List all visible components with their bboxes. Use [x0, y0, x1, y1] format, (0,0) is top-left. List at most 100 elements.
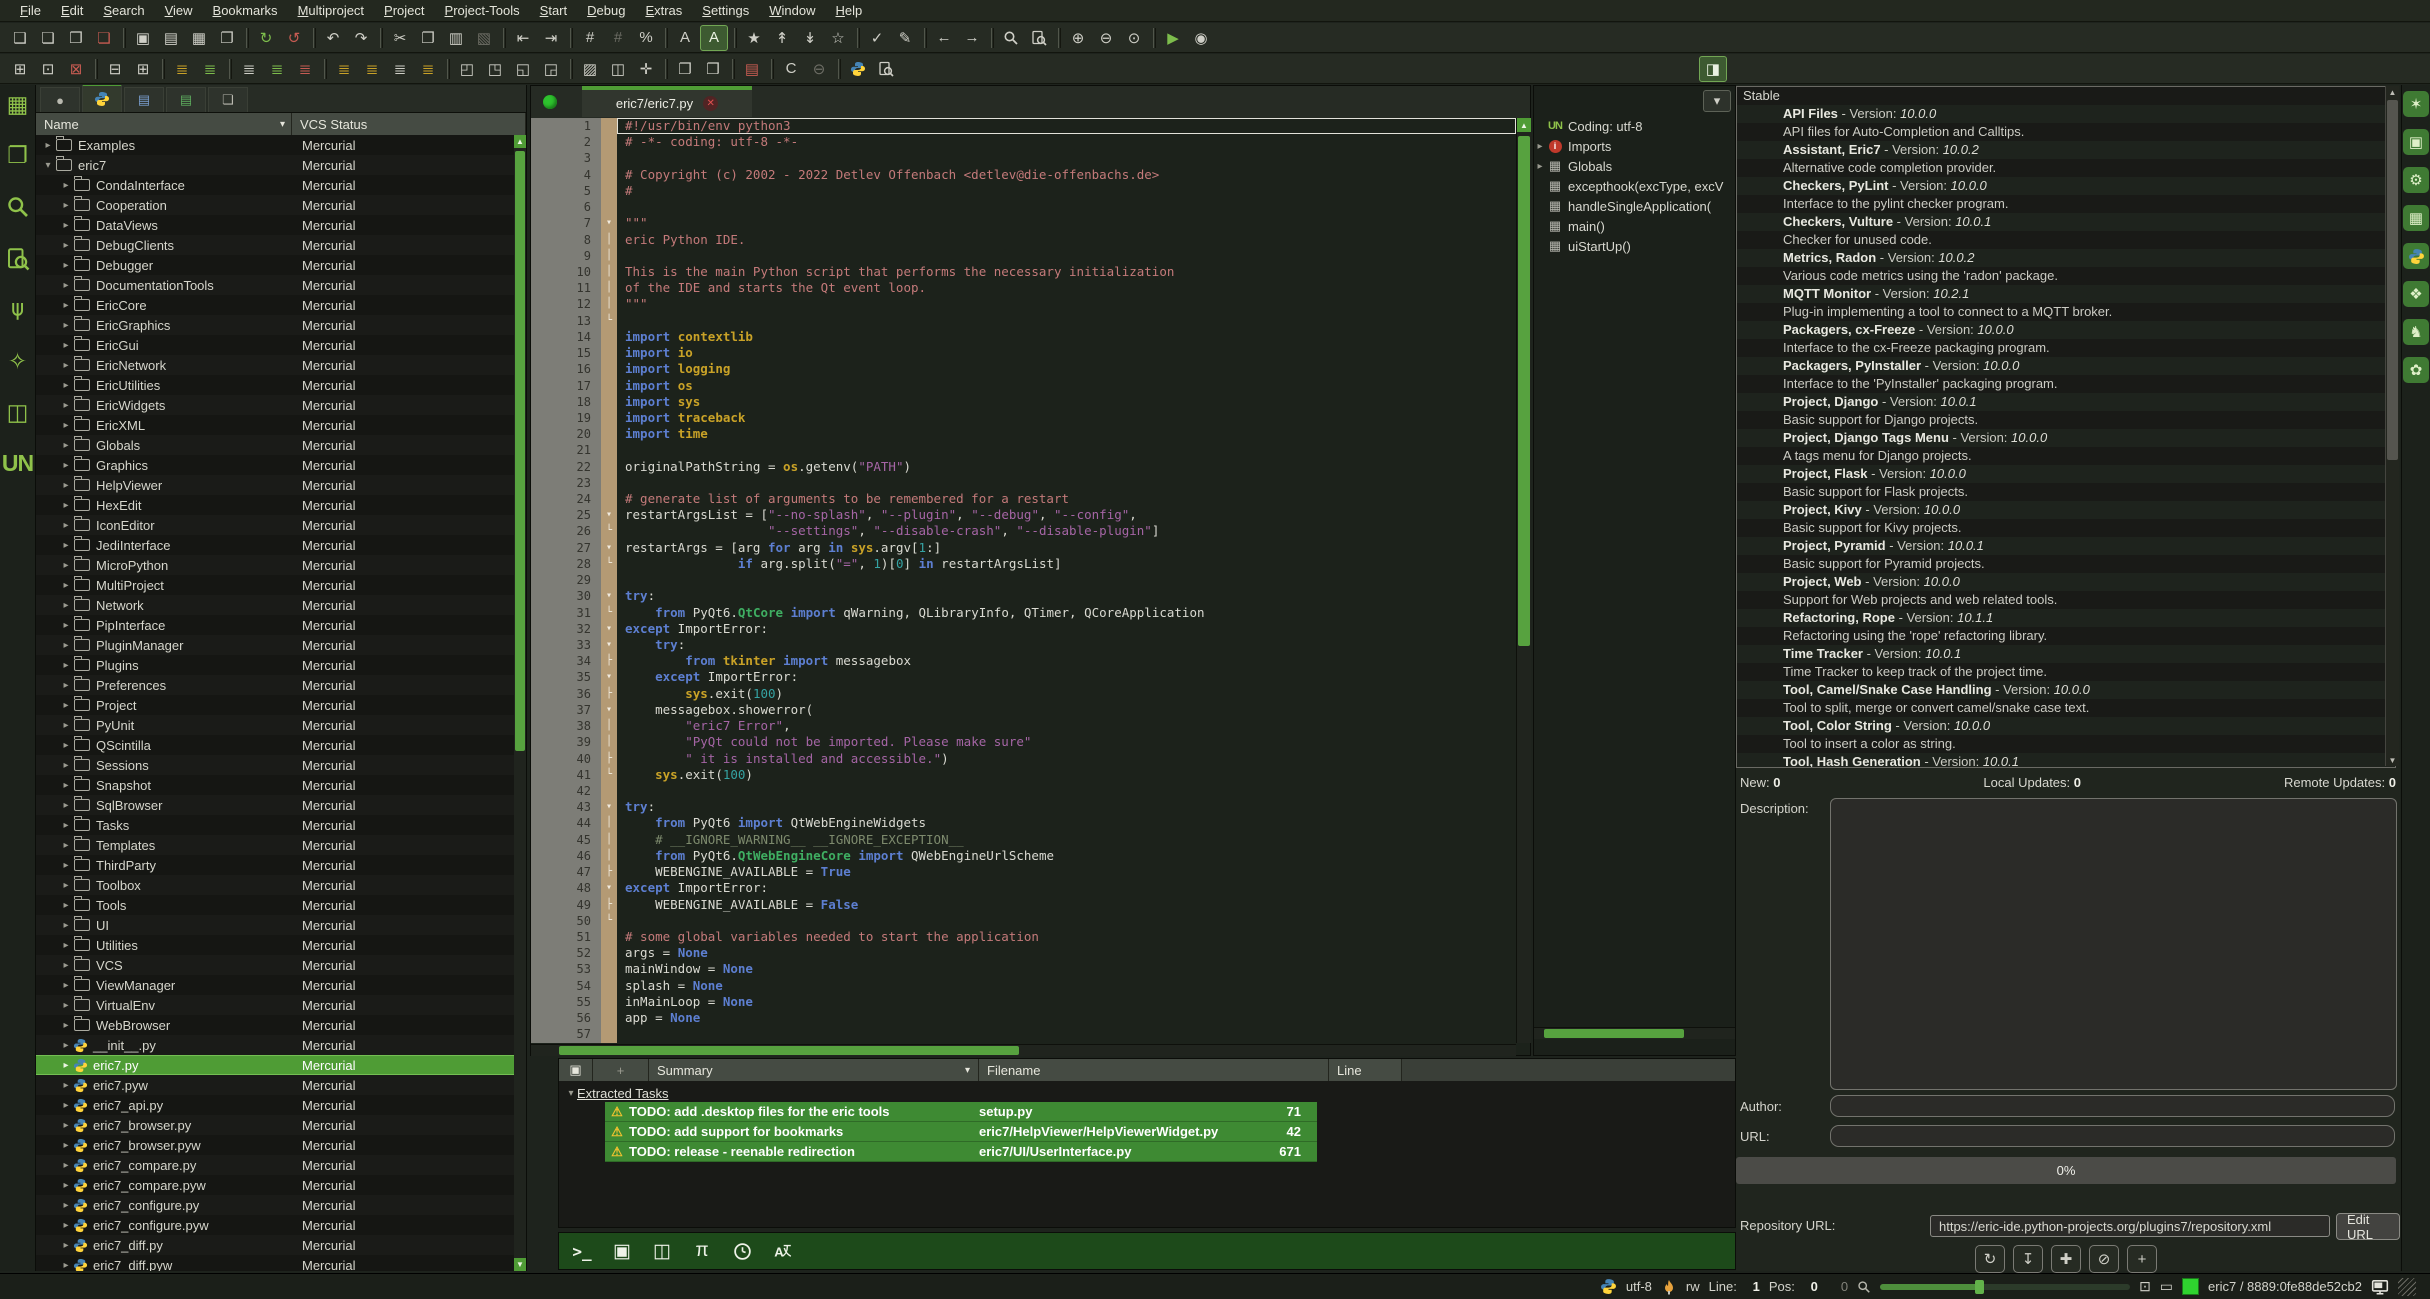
outline-item[interactable]: ▦uiStartUp() — [1534, 236, 1735, 256]
project-new-icon[interactable]: ⊞ — [7, 57, 33, 81]
collapsed-icon[interactable]: ▸ — [60, 1020, 72, 1031]
editor-scroll-up-icon[interactable]: ▲ — [1517, 118, 1531, 132]
tree-row-VirtualEnv[interactable]: ▸VirtualEnvMercurial — [36, 995, 514, 1015]
collapsed-icon[interactable]: ▸ — [60, 860, 72, 871]
plugin-scroll-thumb[interactable] — [2387, 100, 2398, 460]
capital-letter-icon[interactable]: C — [778, 57, 804, 81]
collapsed-icon[interactable]: ▸ — [1534, 141, 1546, 152]
collapsed-icon[interactable]: ▸ — [60, 500, 72, 511]
vcs-status-icon[interactable]: ≣ — [197, 57, 223, 81]
editor-scroll-thumb[interactable] — [1518, 136, 1530, 646]
save-icon[interactable]: ▣ — [130, 26, 156, 50]
fold-marker[interactable]: ▾ — [601, 637, 617, 653]
code-area[interactable]: 1#!/usr/bin/env python32# -*- coding: ut… — [531, 118, 1516, 1043]
tree-row-eric7_browser.py[interactable]: ▸eric7_browser.pyMercurial — [36, 1115, 514, 1135]
linguist-tab-icon[interactable]: ▤ — [166, 87, 206, 112]
tree-row-__init__.py[interactable]: ▸__init__.pyMercurial — [36, 1035, 514, 1055]
tree-row-eric7.py[interactable]: ▸eric7.pyMercurial — [36, 1055, 514, 1075]
crosshair-icon[interactable]: ✛ — [633, 57, 659, 81]
plugin-item-Checkers, PyLint[interactable]: Checkers, PyLint - Version: 10.0.0 — [1737, 177, 2395, 195]
fold-marker[interactable]: ▾ — [601, 588, 617, 604]
plugin-item-API Files[interactable]: API Files - Version: 10.0.0 — [1737, 105, 2395, 123]
new-file-icon[interactable]: ❏ — [35, 26, 61, 50]
tree-row-Plugins[interactable]: ▸PluginsMercurial — [36, 655, 514, 675]
menu-bookmarks[interactable]: Bookmarks — [203, 3, 288, 18]
expanded-icon[interactable]: ▾ — [42, 160, 54, 171]
virtualenv-icon[interactable]: ♞ — [2403, 319, 2429, 345]
tree-row-Utilities[interactable]: ▸UtilitiesMercurial — [36, 935, 514, 955]
plugin-list-root[interactable]: Stable — [1737, 87, 2395, 105]
url-field[interactable] — [1830, 1125, 2395, 1147]
tree-row-ThirdParty[interactable]: ▸ThirdPartyMercurial — [36, 855, 514, 875]
tree-row-eric7_browser.pyw[interactable]: ▸eric7_browser.pywMercurial — [36, 1135, 514, 1155]
window-left-icon[interactable]: ◰ — [454, 57, 480, 81]
plugin-item-Project, Django[interactable]: Project, Django - Version: 10.0.1 — [1737, 393, 2395, 411]
collapsed-icon[interactable]: ▸ — [60, 560, 72, 571]
fullscreen-icon[interactable]: ▭ — [2160, 1278, 2173, 1295]
repo-cancel-icon[interactable]: ⊘ — [2089, 1245, 2119, 1273]
tree-row-PluginManager[interactable]: ▸PluginManagerMercurial — [36, 635, 514, 655]
collapsed-icon[interactable]: ▸ — [60, 840, 72, 851]
collapsed-icon[interactable]: ▸ — [60, 700, 72, 711]
redo-icon[interactable]: ↷ — [348, 26, 374, 50]
outline-item[interactable]: ▸▦Globals — [1534, 156, 1735, 176]
template-viewer-icon[interactable]: ✧ — [8, 350, 27, 373]
tasks-add-icon[interactable]: + — [593, 1059, 649, 1081]
bookmark-clear-icon[interactable]: ☆ — [825, 26, 851, 50]
tree-row-JediInterface[interactable]: ▸JediInterfaceMercurial — [36, 535, 514, 555]
bookmark-next-icon[interactable]: ↟ — [769, 26, 795, 50]
plugin-item-Project, Kivy[interactable]: Project, Kivy - Version: 10.0.0 — [1737, 501, 2395, 519]
tree-header-name[interactable]: Name ▾ — [36, 113, 292, 135]
profile-icon[interactable]: ◉ — [1188, 26, 1214, 50]
tree-row-PyUnit[interactable]: ▸PyUnitMercurial — [36, 715, 514, 735]
tree-row-Graphics[interactable]: ▸GraphicsMercurial — [36, 455, 514, 475]
tree-row-eric7_compare.pyw[interactable]: ▸eric7_compare.pywMercurial — [36, 1175, 514, 1195]
collapsed-icon[interactable]: ▸ — [60, 1000, 72, 1011]
outline-item[interactable]: UNCoding: utf-8 — [1534, 116, 1735, 136]
run-icon[interactable]: ▶ — [1160, 26, 1186, 50]
collapsed-icon[interactable]: ▸ — [60, 440, 72, 451]
vcs-search-icon[interactable]: ≣ — [387, 57, 413, 81]
tasks-group-row[interactable]: ▾ Extracted Tasks — [559, 1084, 1735, 1102]
plugin-item-Checkers, Vulture[interactable]: Checkers, Vulture - Version: 10.0.1 — [1737, 213, 2395, 231]
tree-row-eric7[interactable]: ▾eric7Mercurial — [36, 155, 514, 175]
menu-start[interactable]: Start — [530, 3, 577, 18]
calendar-icon[interactable]: ▦ — [2403, 205, 2429, 231]
conda-icon[interactable]: ❖ — [2403, 281, 2429, 307]
save-all-icon[interactable]: ▦ — [186, 26, 212, 50]
tasks-col-filename[interactable]: Filename — [979, 1059, 1329, 1081]
zoom-reset-icon[interactable]: ⊡ — [2139, 1278, 2151, 1295]
collapsed-icon[interactable]: ▸ — [60, 640, 72, 651]
vcs-merge-icon[interactable]: ≣ — [359, 57, 385, 81]
collapsed-icon[interactable]: ▸ — [60, 820, 72, 831]
plugin-item-Tool, Camel/Snake Case Handling[interactable]: Tool, Camel/Snake Case Handling - Versio… — [1737, 681, 2395, 699]
snapshot-icon[interactable]: ▣ — [2403, 129, 2429, 155]
tree-row-IconEditor[interactable]: ▸IconEditorMercurial — [36, 515, 514, 535]
copy-icon[interactable]: ❐ — [415, 26, 441, 50]
tree-row-eric7_compare.py[interactable]: ▸eric7_compare.pyMercurial — [36, 1155, 514, 1175]
collapsed-icon[interactable]: ▸ — [60, 1160, 72, 1171]
tree-row-Tasks[interactable]: ▸TasksMercurial — [36, 815, 514, 835]
zoom-in-icon[interactable]: ⊕ — [1065, 26, 1091, 50]
zoom-slider[interactable] — [1880, 1284, 2130, 1290]
vcs-log-icon[interactable]: ≣ — [169, 57, 195, 81]
menu-settings[interactable]: Settings — [692, 3, 759, 18]
tree-row-EricUtilities[interactable]: ▸EricUtilitiesMercurial — [36, 375, 514, 395]
bookmark-toggle-icon[interactable]: ★ — [741, 26, 767, 50]
search-icon[interactable] — [998, 26, 1024, 50]
collapsed-icon[interactable]: ▸ — [60, 580, 72, 591]
split-horizontal-icon[interactable]: ❐ — [672, 57, 698, 81]
task-row[interactable]: ⚠TODO: release - reenable redirectioneri… — [605, 1142, 1317, 1162]
collapsed-icon[interactable]: ▸ — [60, 600, 72, 611]
vcs-revert-icon[interactable]: ≣ — [292, 57, 318, 81]
collapsed-icon[interactable]: ▸ — [60, 960, 72, 971]
collapsed-icon[interactable]: ▸ — [60, 360, 72, 371]
tree-row-EricNetwork[interactable]: ▸EricNetworkMercurial — [36, 355, 514, 375]
multiproject-viewer-icon[interactable]: ▦ — [7, 93, 29, 116]
plugin-item-Packagers, PyInstaller[interactable]: Packagers, PyInstaller - Version: 10.0.0 — [1737, 357, 2395, 375]
pi-icon[interactable]: π — [691, 1240, 713, 1262]
collapsed-icon[interactable]: ▸ — [60, 460, 72, 471]
fold-marker[interactable]: ▾ — [601, 880, 617, 896]
plugin-scroll-up-icon[interactable]: ▲ — [2386, 86, 2399, 98]
collapsed-icon[interactable]: ▸ — [42, 140, 54, 151]
